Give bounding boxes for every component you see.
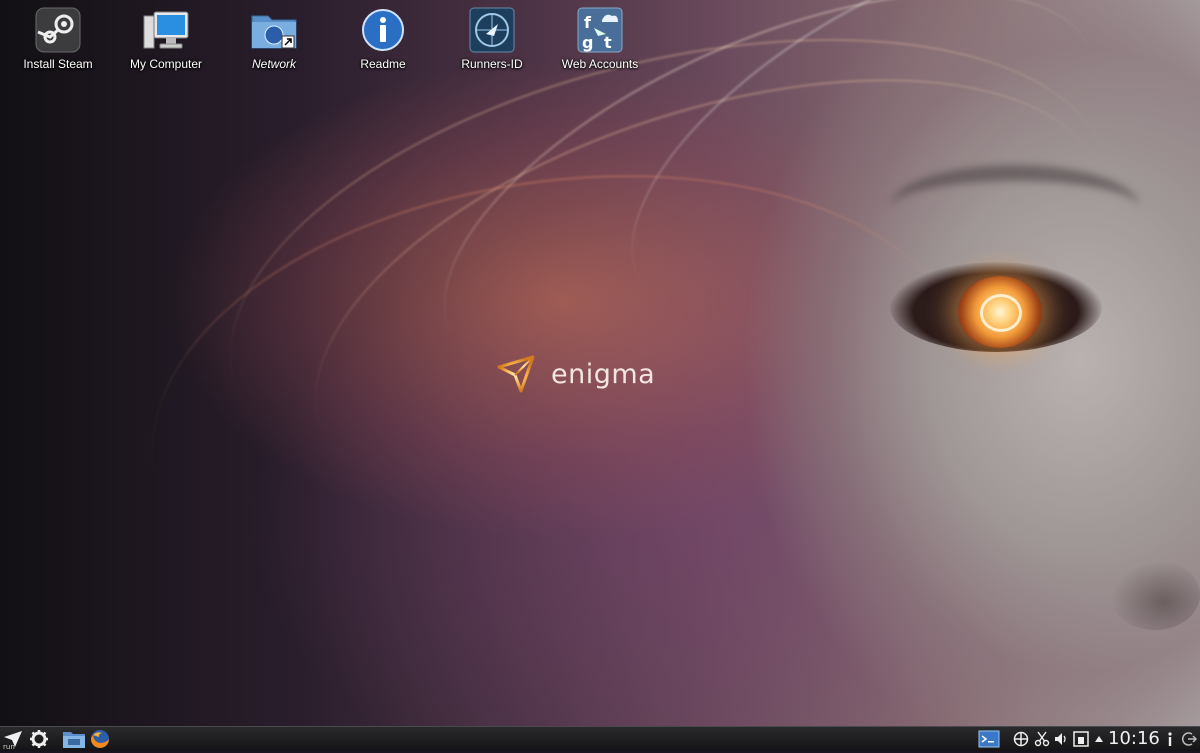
svg-text:g: g <box>582 33 593 52</box>
svg-text:f: f <box>584 13 592 32</box>
steam-icon <box>34 6 82 54</box>
runners-id-icon <box>468 6 516 54</box>
desktop-icon-install-steam[interactable]: Install Steam <box>6 6 110 71</box>
desktop-icon-my-computer[interactable]: My Computer <box>114 6 218 71</box>
svg-text:t: t <box>604 33 612 52</box>
eyebrow-shape <box>890 165 1140 251</box>
desktop-icon-label: Readme <box>360 57 406 71</box>
nose-shape <box>1110 560 1200 630</box>
device-notifier-icon <box>1073 731 1089 747</box>
tray-expand-button[interactable] <box>1093 729 1105 749</box>
desktop-icon-label: Web Accounts <box>561 57 639 71</box>
volume-icon <box>1055 733 1066 745</box>
info-tray-button[interactable] <box>1164 729 1176 749</box>
terminal-button[interactable] <box>978 729 1000 749</box>
taskbar: run 10:16 <box>0 726 1200 751</box>
desktop-icon-web-accounts[interactable]: f g t Web Accounts <box>548 6 652 71</box>
settings-gear-icon <box>30 730 48 748</box>
app-launcher-button[interactable]: run <box>2 729 24 751</box>
settings-button[interactable] <box>28 729 50 749</box>
desktop-icon-runners-id[interactable]: Runners-ID <box>440 6 544 71</box>
desktop-icon-readme[interactable]: Readme <box>331 6 435 71</box>
desktop-icon-label: Network <box>251 57 296 71</box>
glowing-iris <box>958 276 1042 348</box>
device-notifier-button[interactable] <box>1073 729 1089 749</box>
info-icon <box>359 6 407 54</box>
file-manager-button[interactable] <box>62 729 86 749</box>
file-manager-icon <box>63 732 85 748</box>
enigma-logo: enigma <box>495 352 655 396</box>
logout-button[interactable] <box>1182 729 1198 749</box>
network-tray-button[interactable] <box>1013 729 1029 749</box>
enigma-arrow-icon <box>497 355 535 393</box>
desktop-icon-label: Runners-ID <box>461 57 523 71</box>
desktop-icon-label: Install Steam <box>23 57 93 71</box>
clock[interactable]: 10:16 <box>1108 728 1160 749</box>
desktop-icon-label: My Computer <box>129 57 203 71</box>
info-icon <box>1168 732 1172 746</box>
firefox-icon <box>91 730 109 748</box>
desktop-wallpaper: enigma <box>0 0 1200 726</box>
desktop-icon-network[interactable]: Network <box>222 6 326 71</box>
clipboard-button[interactable] <box>1034 729 1050 749</box>
logout-icon <box>1182 732 1198 746</box>
clipboard-scissors-icon <box>1034 731 1050 747</box>
firefox-button[interactable] <box>88 729 112 749</box>
tray-expand-icon <box>1095 736 1103 742</box>
web-accounts-icon: f g t <box>576 6 624 54</box>
computer-icon <box>142 6 190 54</box>
logo-text: enigma <box>551 358 656 390</box>
terminal-icon <box>978 730 1000 748</box>
volume-button[interactable] <box>1053 729 1069 749</box>
network-folder-icon <box>250 6 298 54</box>
network-icon <box>1013 731 1029 747</box>
